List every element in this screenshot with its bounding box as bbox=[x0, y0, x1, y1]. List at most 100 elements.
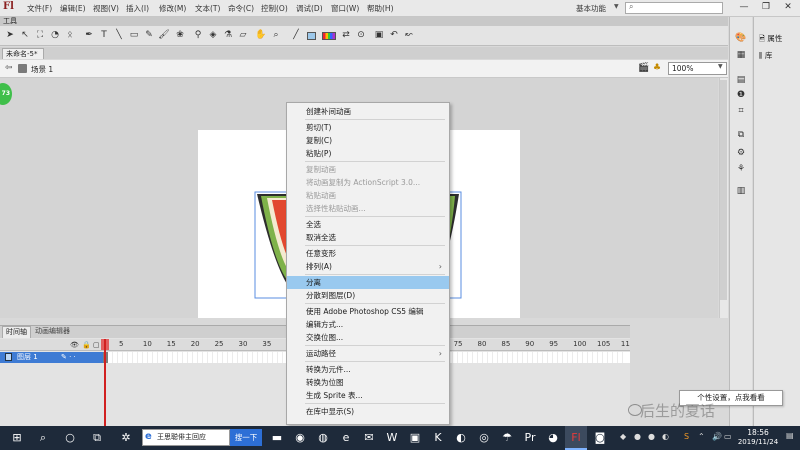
context-menu-item[interactable]: 分散到图层(D) bbox=[287, 289, 449, 302]
transform-icon[interactable]: ⌗ bbox=[735, 106, 747, 117]
app-camera-icon[interactable]: ◙ bbox=[591, 429, 609, 447]
clock-time[interactable]: 18:56 bbox=[738, 428, 778, 437]
rectangle-tool-icon[interactable]: ▭ bbox=[128, 29, 140, 42]
close-button[interactable]: ✕ bbox=[777, 0, 799, 14]
paint-bucket-tool-icon[interactable]: ◈ bbox=[207, 29, 219, 42]
browser-icon[interactable]: ◎ bbox=[475, 429, 493, 447]
snap-icon[interactable]: ⊙ bbox=[355, 29, 367, 42]
menu-item[interactable]: 帮助(H) bbox=[367, 3, 394, 14]
edge-icon[interactable]: e bbox=[337, 429, 355, 447]
edit-symbols-icon[interactable]: ♣ bbox=[653, 63, 661, 73]
back-arrow-icon[interactable]: ⇦ bbox=[5, 63, 13, 73]
motion-presets-icon[interactable]: ⚘ bbox=[735, 164, 747, 175]
library-tab[interactable]: ⫼ 库 bbox=[759, 50, 772, 61]
text-tool-icon[interactable]: T bbox=[98, 29, 110, 42]
document-tab[interactable]: 未命名-5* bbox=[2, 48, 44, 59]
stroke-color-swatch[interactable] bbox=[307, 32, 316, 40]
context-menu-item[interactable]: 复制(C) bbox=[287, 134, 449, 147]
photos-icon[interactable]: ▣ bbox=[406, 429, 424, 447]
deco-tool-icon[interactable]: ❀ bbox=[174, 29, 186, 42]
context-menu-item[interactable]: 运动路径 › bbox=[287, 347, 449, 360]
straighten-icon[interactable]: ↜ bbox=[403, 29, 415, 42]
context-menu-item[interactable]: 分离 bbox=[287, 276, 449, 289]
context-menu-item[interactable]: 任意变形 bbox=[287, 247, 449, 260]
line-tool-icon[interactable]: ╲ bbox=[113, 29, 125, 42]
menu-item[interactable]: 插入(I) bbox=[126, 3, 149, 14]
eraser-tool-icon[interactable]: ▱ bbox=[237, 29, 249, 42]
context-menu-item[interactable]: 编辑方式... bbox=[287, 318, 449, 331]
stroke-color-icon[interactable]: ╱ bbox=[290, 29, 302, 42]
mail-icon[interactable]: ✉ bbox=[360, 429, 378, 447]
taskbar-search-button[interactable]: 搜一下 bbox=[230, 429, 262, 446]
properties-tab[interactable]: 🖻 属性 bbox=[759, 33, 782, 46]
task-view-icon[interactable]: ⧉ bbox=[88, 429, 106, 447]
tray-d-icon[interactable]: ◐ bbox=[662, 432, 669, 441]
workspace-switcher[interactable]: 基本功能 bbox=[576, 3, 606, 14]
network-icon[interactable]: ▭ bbox=[724, 432, 732, 441]
menu-item[interactable]: 文本(T) bbox=[195, 3, 220, 14]
info-icon[interactable]: ❶ bbox=[735, 90, 747, 101]
menu-item[interactable]: 编辑(E) bbox=[60, 3, 86, 14]
layer-selected-bg[interactable] bbox=[0, 352, 103, 363]
smooth-icon[interactable]: ↶ bbox=[388, 29, 400, 42]
align-panel-icon[interactable]: ▦ bbox=[735, 50, 747, 61]
pencil-tool-icon[interactable]: ✎ bbox=[143, 29, 155, 42]
playhead[interactable] bbox=[104, 339, 106, 426]
context-menu-item[interactable]: 使用 Adobe Photoshop CS5 编辑 bbox=[287, 305, 449, 318]
word-icon[interactable]: W bbox=[383, 429, 401, 447]
context-menu-item[interactable]: 创建补间动画 bbox=[287, 105, 449, 118]
video-icon[interactable]: ◐ bbox=[452, 429, 470, 447]
menu-item[interactable]: 调试(D) bbox=[296, 3, 323, 14]
object-drawing-icon[interactable]: ▣ bbox=[373, 29, 385, 42]
menu-item[interactable]: 窗口(W) bbox=[331, 3, 359, 14]
tab-motion-editor[interactable]: 动画编辑器 bbox=[32, 326, 73, 338]
context-menu-item[interactable]: 剪切(T) bbox=[287, 121, 449, 134]
align-icon[interactable]: ▤ bbox=[735, 75, 747, 86]
menu-item[interactable]: 文件(F) bbox=[27, 3, 52, 14]
context-menu-item[interactable]: 转换为位图 bbox=[287, 376, 449, 389]
context-menu-item[interactable]: 转换为元件... bbox=[287, 363, 449, 376]
edit-scene-icon[interactable]: 🎬 bbox=[638, 63, 649, 73]
history-icon[interactable]: ▥ bbox=[735, 186, 747, 197]
restore-button[interactable]: ❐ bbox=[755, 0, 777, 14]
taskbar-search-text[interactable]: 王思聪俳主回应 bbox=[157, 432, 206, 442]
app-sphere-icon[interactable]: ◕ bbox=[544, 429, 562, 447]
context-menu-item[interactable]: 全选 bbox=[287, 218, 449, 231]
search-icon[interactable]: ⌕ bbox=[34, 429, 52, 447]
tray-c-icon[interactable]: ● bbox=[648, 432, 655, 441]
chrome-icon[interactable]: ◉ bbox=[291, 429, 309, 447]
lasso-tool-icon[interactable]: ᛟ bbox=[64, 29, 76, 42]
context-menu-item[interactable]: 交换位图... bbox=[287, 331, 449, 344]
brush-tool-icon[interactable]: 🖌 bbox=[158, 29, 170, 42]
menu-item[interactable]: 视图(V) bbox=[93, 3, 119, 14]
notification-icon[interactable]: ▤ bbox=[786, 431, 794, 440]
menu-item[interactable]: 控制(O) bbox=[261, 3, 288, 14]
app-green-icon[interactable]: ◍ bbox=[314, 429, 332, 447]
bone-tool-icon[interactable]: ⚲ bbox=[192, 29, 204, 42]
menu-item[interactable]: 命令(C) bbox=[228, 3, 254, 14]
swap-colors-icon[interactable]: ⇄ bbox=[340, 29, 352, 42]
context-menu-item[interactable]: 排列(A) › bbox=[287, 260, 449, 273]
scrollbar-thumb[interactable] bbox=[720, 80, 727, 300]
menu-item[interactable]: 修改(M) bbox=[159, 3, 186, 14]
tray-expand-icon[interactable]: ⌃ bbox=[698, 432, 705, 441]
cortana-icon[interactable]: ○ bbox=[61, 429, 79, 447]
storm-icon[interactable]: ☂ bbox=[498, 429, 516, 447]
volume-icon[interactable]: 🔊 bbox=[712, 432, 722, 441]
outline-icon[interactable]: ▢ bbox=[93, 341, 100, 349]
context-menu-item[interactable]: 粘贴(P) bbox=[287, 147, 449, 160]
fill-color-swatch[interactable] bbox=[322, 32, 336, 40]
selection-tool-icon[interactable]: ➤ bbox=[4, 29, 16, 42]
components-icon[interactable]: ⚙ bbox=[735, 148, 747, 159]
swatches-icon[interactable]: 🎨 bbox=[735, 33, 747, 44]
hand-tool-icon[interactable]: ✋ bbox=[255, 29, 267, 42]
tab-timeline[interactable]: 时间轴 bbox=[2, 326, 31, 338]
free-transform-tool-icon[interactable]: ⛶ bbox=[34, 29, 46, 42]
context-menu-item[interactable]: 生成 Sprite 表... bbox=[287, 389, 449, 402]
explorer-icon[interactable]: ▬ bbox=[268, 429, 286, 447]
minimize-button[interactable]: — bbox=[733, 0, 755, 14]
eye-icon[interactable]: 👁 bbox=[70, 341, 79, 349]
chevron-down-icon[interactable]: ▼ bbox=[614, 3, 619, 10]
pen-tool-icon[interactable]: ✒ bbox=[83, 29, 95, 42]
subselection-tool-icon[interactable]: ↖ bbox=[19, 29, 31, 42]
